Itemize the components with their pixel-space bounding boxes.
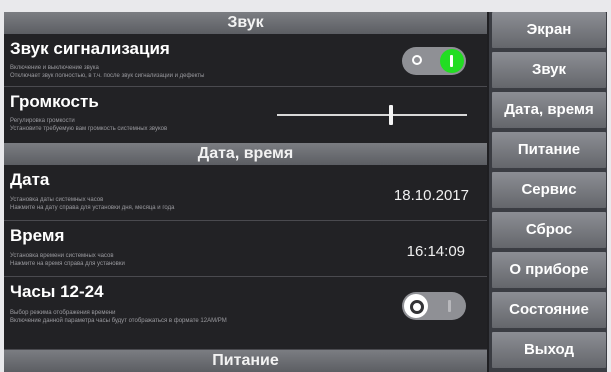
nav-button-exit[interactable]: Выход [492, 332, 606, 368]
settings-main-panel: Звук Звук сигнализация Включение и выклю… [4, 12, 487, 372]
setting-title-alarm-sound: Звук сигнализация [10, 39, 170, 58]
toggle-knob-off [404, 294, 428, 318]
settings-nav-sidebar: Экран Звук Дата, время Питание Сервис Сб… [489, 12, 607, 372]
setting-row-alarm-sound: Звук сигнализация Включение и выключение… [4, 34, 487, 87]
setting-row-clock-format: Часы 12-24 Выбор режима отображения врем… [4, 277, 487, 350]
setting-desc-alarm-sound-2: Отключает звук полностью, в т.ч. после з… [10, 73, 205, 79]
nav-button-power[interactable]: Питание [492, 132, 606, 168]
nav-button-service[interactable]: Сервис [492, 172, 606, 208]
nav-button-screen[interactable]: Экран [492, 12, 606, 48]
settings-screen: Звук Звук сигнализация Включение и выклю… [4, 12, 607, 372]
toggle-off-mark-icon [410, 300, 424, 314]
nav-button-datetime[interactable]: Дата, время [492, 92, 606, 128]
setting-desc-time-1: Установка времени системных часов [10, 253, 114, 259]
setting-row-time: Время Установка времени системных часов … [4, 221, 487, 277]
setting-desc-date-1: Установка даты системных часов [10, 197, 104, 203]
setting-title-time: Время [10, 226, 65, 245]
toggle-knob-on [440, 49, 464, 73]
section-header-power: Питание [4, 350, 487, 372]
section-header-datetime: Дата, время [4, 143, 487, 165]
section-header-sound: Звук [4, 12, 487, 34]
volume-slider-thumb[interactable] [389, 105, 393, 125]
toggle-on-mark-icon [450, 55, 453, 67]
toggle-on-mark-icon [448, 300, 451, 312]
setting-desc-clock-format-1: Выбор режима отображения времени [10, 310, 116, 316]
setting-desc-volume-1: Регулировка громкости [10, 118, 75, 124]
setting-desc-volume-2: Установите требуемую вам громкость систе… [10, 126, 168, 132]
nav-button-reset[interactable]: Сброс [492, 212, 606, 248]
alarm-sound-toggle[interactable] [402, 47, 466, 75]
volume-slider-track[interactable] [277, 114, 467, 116]
clock-format-toggle[interactable] [402, 292, 466, 320]
setting-row-date: Дата Установка даты системных часов Нажм… [4, 165, 487, 221]
setting-desc-alarm-sound-1: Включение и выключение звука [10, 65, 99, 71]
toggle-off-mark-icon [412, 55, 422, 65]
time-value[interactable]: 16:14:09 [407, 243, 465, 260]
setting-desc-clock-format-2: Включение данной параметра часы будут от… [10, 318, 227, 324]
setting-desc-date-2: Нажмите на дату справа для установки дня… [10, 205, 175, 211]
setting-title-volume: Громкость [10, 92, 99, 111]
setting-desc-time-2: Нажмите на время справа для установки [10, 261, 125, 267]
setting-title-clock-format: Часы 12-24 [10, 282, 104, 301]
setting-row-volume: Громкость Регулировка громкости Установи… [4, 87, 487, 144]
nav-button-sound[interactable]: Звук [492, 52, 606, 88]
nav-button-about[interactable]: О приборе [492, 252, 606, 288]
nav-button-status[interactable]: Состояние [492, 292, 606, 328]
date-value[interactable]: 18.10.2017 [394, 187, 469, 204]
setting-title-date: Дата [10, 170, 50, 189]
